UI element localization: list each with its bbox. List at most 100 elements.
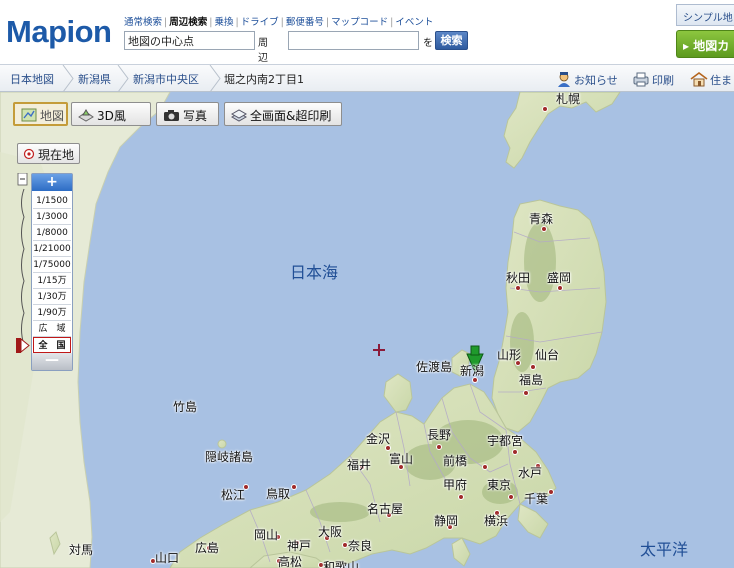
zoom-level-15man[interactable]: 1/15万 xyxy=(33,273,71,289)
breadcrumb-separator xyxy=(209,65,221,92)
breadcrumb-separator xyxy=(62,65,74,92)
printer-icon xyxy=(633,72,649,87)
place-label-utsunomiya: 宇都宮 xyxy=(487,434,524,448)
city-dot xyxy=(548,489,554,495)
breadcrumb-separator xyxy=(117,65,129,92)
place-label-nagoya: 名古屋 xyxy=(367,502,404,516)
place-label-aomori: 青森 xyxy=(529,212,554,226)
tab-mapcode[interactable]: マップコード xyxy=(331,17,388,28)
city-dot xyxy=(458,494,464,500)
place-label-tsushima: 対馬 xyxy=(69,543,94,557)
place-label-wakayama: 和歌山 xyxy=(323,560,360,568)
city-dot xyxy=(523,390,529,396)
center-point-input[interactable] xyxy=(124,31,255,50)
tab-postal-code[interactable]: 郵便番号 xyxy=(286,17,324,28)
mapion-logo[interactable]: Mapion xyxy=(6,14,112,50)
city-dot xyxy=(291,484,297,490)
place-label-mito: 水戸 xyxy=(518,466,543,480)
map-view[interactable]: 日本海 太平洋 札幌 青森 秋田 盛岡 佐渡島 新潟 山形 仙台 福島 竹島 金… xyxy=(0,92,734,568)
simple-map-tab[interactable]: シンプル地 xyxy=(676,4,734,26)
place-label-sapporo: 札幌 xyxy=(556,92,581,106)
zoom-level-1500[interactable]: 1/1500 xyxy=(33,193,71,209)
zoom-level-wide-area[interactable]: 広 域 xyxy=(33,321,71,337)
breadcrumb-niigata-chuo[interactable]: 新潟市中央区 xyxy=(133,71,199,87)
zoom-level-marker-icon xyxy=(16,338,30,354)
place-label-shizuoka: 静岡 xyxy=(434,514,459,528)
place-label-kanazawa: 金沢 xyxy=(366,432,391,446)
place-label-akita: 秋田 xyxy=(506,271,531,285)
place-label-matsue: 松江 xyxy=(221,488,246,502)
current-location-button[interactable]: 現在地 xyxy=(17,143,81,164)
place-label-yokohama: 横浜 xyxy=(484,514,509,528)
place-label-okayama: 岡山 xyxy=(254,528,279,542)
fullscreen-icon xyxy=(231,109,247,122)
place-label-yamaguchi: 山口 xyxy=(155,551,180,565)
map-mode-button[interactable]: 地図 xyxy=(13,102,68,126)
place-label-fukui: 福井 xyxy=(347,458,372,472)
residence-link[interactable]: 住ま xyxy=(690,71,732,88)
map-green-tab[interactable]: ▸ 地図カ xyxy=(676,30,734,58)
place-label-niigata: 新潟 xyxy=(460,364,485,378)
zoom-level-75000[interactable]: 1/75000 xyxy=(33,257,71,273)
news-link[interactable]: お知らせ xyxy=(556,71,618,88)
place-label-kobe: 神戸 xyxy=(287,539,312,553)
place-label-hiroshima: 広島 xyxy=(195,541,220,555)
zoom-level-90man[interactable]: 1/90万 xyxy=(33,305,71,321)
map-green-tab-label: 地図カ xyxy=(693,39,730,53)
city-dot xyxy=(512,449,518,455)
search-tabs: 通常検索 | 周辺検索 | 乗換 | ドライブ | 郵便番号 | マップコード | イベント xyxy=(124,17,434,28)
place-label-sendai: 仙台 xyxy=(535,348,560,362)
wo-label: を xyxy=(423,38,433,49)
house-icon xyxy=(690,72,708,87)
map-icon xyxy=(21,108,37,122)
target-icon xyxy=(23,148,35,160)
zoom-level-8000[interactable]: 1/8000 xyxy=(33,225,71,241)
photo-mode-button[interactable]: 写真 xyxy=(156,102,219,126)
place-label-tottori: 鳥取 xyxy=(266,487,291,501)
zoom-level-30man[interactable]: 1/30万 xyxy=(33,289,71,305)
place-label-osaka: 大阪 xyxy=(318,525,343,539)
camera-icon xyxy=(164,110,179,121)
map-base xyxy=(0,92,734,568)
place-label-takeshima: 竹島 xyxy=(173,400,198,414)
place-label-morioka: 盛岡 xyxy=(547,271,572,285)
sea-of-japan-label: 日本海 xyxy=(290,263,339,282)
zoom-out-button[interactable]: — xyxy=(32,353,72,370)
place-label-tokyo: 東京 xyxy=(487,478,512,492)
print-link[interactable]: 印刷 xyxy=(632,71,674,88)
3d-mode-button[interactable]: 3D風 xyxy=(71,102,151,126)
zoom-level-nationwide[interactable]: 全 国 xyxy=(33,337,71,353)
place-label-sadogashima: 佐渡島 xyxy=(416,360,453,374)
header: Mapion 通常検索 | 周辺検索 | 乗換 | ドライブ | 郵便番号 | マップコード | イベン… xyxy=(0,0,734,79)
place-label-nara: 奈良 xyxy=(348,539,373,553)
search-button[interactable]: 検索 xyxy=(435,31,468,50)
fullscreen-print-button[interactable]: 全画面&超印刷 xyxy=(224,102,342,126)
place-label-takamatsu: 高松 xyxy=(278,555,303,568)
city-dot xyxy=(436,444,442,450)
tab-drive[interactable]: ドライブ xyxy=(241,17,279,28)
zoom-control: + 1/1500 1/3000 1/8000 1/21000 1/75000 1… xyxy=(31,173,73,371)
zoom-level-21000[interactable]: 1/21000 xyxy=(33,241,71,257)
place-label-fukushima: 福島 xyxy=(519,373,544,387)
place-label-toyama: 富山 xyxy=(389,452,414,466)
play-icon: ▸ xyxy=(683,39,690,53)
breadcrumb-current-address: 堀之内南2丁目1 xyxy=(224,73,304,86)
breadcrumb-japan-map[interactable]: 日本地図 xyxy=(10,71,54,87)
place-label-oki-islands: 隠岐諸島 xyxy=(205,450,254,464)
person-icon xyxy=(558,72,570,87)
breadcrumb-niigata-pref[interactable]: 新潟県 xyxy=(78,71,111,87)
place-label-kofu: 甲府 xyxy=(443,478,468,492)
place-label-nagano: 長野 xyxy=(427,428,452,442)
breadcrumb: 日本地図 新潟県 新潟市中央区 堀之内南2丁目1 お知らせ 印刷 住ま xyxy=(0,64,734,92)
city-dot xyxy=(542,106,548,112)
tab-event[interactable]: イベント xyxy=(395,17,433,28)
tab-normal-search[interactable]: 通常検索 xyxy=(124,17,162,28)
tab-nearby-search[interactable]: 周辺検索 xyxy=(169,17,207,28)
place-label-maebashi: 前橋 xyxy=(443,454,468,468)
keyword-input[interactable] xyxy=(288,31,419,50)
tab-transfer[interactable]: 乗換 xyxy=(214,17,233,28)
city-dot xyxy=(530,364,536,370)
3d-map-icon xyxy=(78,109,94,122)
zoom-in-button[interactable]: + xyxy=(32,174,72,191)
zoom-level-3000[interactable]: 1/3000 xyxy=(33,209,71,225)
